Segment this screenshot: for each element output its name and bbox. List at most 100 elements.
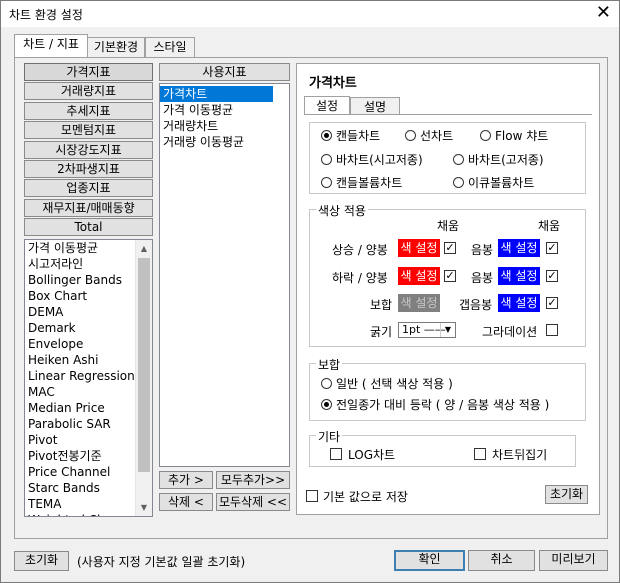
label-candle: 캔들차트 bbox=[336, 129, 381, 143]
neg2-label: 음봉 bbox=[471, 271, 494, 285]
label-equivolume: 이큐볼륨차트 bbox=[468, 176, 535, 190]
neg2-color-button[interactable]: 색 설정 bbox=[498, 267, 540, 285]
list-item[interactable]: Demark bbox=[25, 320, 152, 336]
close-icon[interactable]: ✕ bbox=[596, 3, 611, 23]
radio-flat-normal[interactable] bbox=[321, 378, 332, 389]
gap-color-button[interactable]: 색 설정 bbox=[498, 294, 540, 312]
thickness-select[interactable]: 1pt —— ▼ bbox=[398, 322, 456, 338]
cancel-button[interactable]: 취소 bbox=[468, 550, 535, 571]
save-default-checkbox[interactable] bbox=[306, 490, 318, 502]
log-checkbox[interactable] bbox=[330, 448, 342, 460]
fall-label: 하락 / 양봉 bbox=[332, 271, 388, 285]
tab-basic-env[interactable]: 기본환경 bbox=[87, 37, 145, 57]
used-list-item[interactable]: 가격차트 bbox=[160, 86, 273, 102]
title-bar: 차트 환경 설정 ✕ bbox=[1, 1, 619, 27]
tab-style[interactable]: 스타일 bbox=[145, 37, 195, 57]
preview-button[interactable]: 미리보기 bbox=[539, 550, 608, 571]
label-line: 선차트 bbox=[420, 129, 454, 143]
list-item[interactable]: Linear Regression ... bbox=[25, 368, 152, 384]
list-item[interactable]: Median Price bbox=[25, 400, 152, 416]
window-title: 차트 환경 설정 bbox=[9, 8, 83, 22]
etc-group: 기타 LOG차트 차트뒤집기 bbox=[309, 428, 576, 467]
used-list-item[interactable]: 가격 이동평균 bbox=[160, 102, 273, 118]
list-item[interactable]: Box Chart bbox=[25, 288, 152, 304]
scroll-thumb[interactable] bbox=[138, 258, 150, 472]
log-label: LOG차트 bbox=[348, 448, 396, 462]
flat-group: 보합 일반 ( 선택 색상 적용 ) 전일종가 대비 등락 ( 양 / 음봉 색… bbox=[309, 356, 586, 421]
list-item[interactable]: Envelope bbox=[25, 336, 152, 352]
rise-label: 상승 / 양봉 bbox=[332, 243, 388, 257]
ok-button[interactable]: 확인 bbox=[394, 550, 465, 571]
thickness-label: 굵기 bbox=[370, 325, 393, 339]
remove-all-button[interactable]: 모두삭제 << bbox=[216, 493, 290, 511]
radio-candle-volume[interactable] bbox=[321, 177, 332, 188]
footer-reset-button[interactable]: 초기화 bbox=[14, 551, 69, 571]
indicator-scrollbar[interactable]: ▲ ▼ bbox=[135, 240, 152, 516]
add-all-button[interactable]: 모두추가>> bbox=[216, 471, 290, 489]
fall-color-button[interactable]: 색 설정 bbox=[398, 267, 440, 285]
category-button[interactable]: 추세지표 bbox=[24, 101, 153, 120]
gap-fill-checkbox[interactable]: ✓ bbox=[546, 297, 558, 309]
category-button[interactable]: 재무지표/매매동향 bbox=[24, 198, 153, 217]
subtab-settings[interactable]: 설정 bbox=[304, 96, 350, 115]
list-item[interactable]: Bollinger Bands bbox=[25, 272, 152, 288]
list-item[interactable]: Heiken Ashi bbox=[25, 352, 152, 368]
list-item[interactable]: Weighted Close bbox=[25, 512, 152, 516]
radio-flat-prev-close[interactable] bbox=[321, 399, 332, 410]
radio-equivolume[interactable] bbox=[453, 177, 464, 188]
neg-label: 음봉 bbox=[471, 243, 494, 257]
rise-fill-checkbox[interactable]: ✓ bbox=[444, 242, 456, 254]
subtab-description[interactable]: 설명 bbox=[350, 97, 400, 115]
category-button[interactable]: Total bbox=[24, 218, 153, 237]
list-item[interactable]: DEMA bbox=[25, 304, 152, 320]
flip-label: 차트뒤집기 bbox=[492, 448, 548, 462]
settings-reset-button[interactable]: 초기화 bbox=[545, 485, 588, 504]
used-list-item[interactable]: 거래량차트 bbox=[160, 118, 273, 134]
neg-fill-checkbox[interactable]: ✓ bbox=[546, 242, 558, 254]
list-item[interactable]: 가격 이동평균 bbox=[25, 240, 152, 256]
category-button[interactable]: 2차파생지표 bbox=[24, 160, 153, 178]
footer-reset-note: (사용자 지정 기본값 일괄 초기화) bbox=[77, 555, 246, 569]
neg2-fill-checkbox[interactable]: ✓ bbox=[546, 270, 558, 282]
radio-bar-ohlc[interactable] bbox=[321, 154, 332, 165]
flip-checkbox[interactable] bbox=[474, 448, 486, 460]
indicator-list[interactable]: 가격 이동평균 시고저라인 Bollinger Bands Box Chart DEMA… bbox=[24, 239, 153, 517]
scroll-down-icon[interactable]: ▼ bbox=[136, 499, 152, 516]
list-item[interactable]: Pivot bbox=[25, 432, 152, 448]
label-flat-prev-close: 전일종가 대비 등락 ( 양 / 음봉 색상 적용 ) bbox=[336, 398, 550, 412]
radio-candle[interactable] bbox=[321, 130, 332, 141]
radio-flow[interactable] bbox=[480, 130, 491, 141]
fill-header-left: 채움 bbox=[437, 219, 460, 233]
category-button[interactable]: 가격지표 bbox=[24, 63, 153, 81]
used-list-item[interactable]: 거래량 이동평균 bbox=[160, 134, 273, 150]
list-item[interactable]: 시고저라인 bbox=[25, 256, 152, 272]
list-item[interactable]: Price Channel bbox=[25, 464, 152, 480]
list-item[interactable]: MAC bbox=[25, 384, 152, 400]
tab-chart-indicator[interactable]: 차트 / 지표 bbox=[14, 34, 88, 57]
remove-button[interactable]: 삭제 < bbox=[159, 493, 213, 511]
chevron-down-icon[interactable]: ▼ bbox=[440, 323, 455, 337]
save-default-label: 기본 값으로 저장 bbox=[323, 490, 408, 504]
list-item[interactable]: Parabolic SAR bbox=[25, 416, 152, 432]
label-bar-ohlc: 바차트(시고저종) bbox=[336, 153, 423, 167]
list-item[interactable]: Starc Bands bbox=[25, 480, 152, 496]
neg-color-button[interactable]: 색 설정 bbox=[498, 239, 540, 257]
add-button[interactable]: 추가 > bbox=[159, 471, 213, 489]
list-item[interactable]: TEMA bbox=[25, 496, 152, 512]
category-button[interactable]: 업종지표 bbox=[24, 179, 153, 198]
used-indicator-list[interactable]: 가격차트 가격 이동평균 거래량차트 거래량 이동평균 bbox=[159, 83, 290, 467]
rise-color-button[interactable]: 색 설정 bbox=[398, 239, 440, 257]
category-button[interactable]: 모멘텀지표 bbox=[24, 121, 153, 140]
category-button[interactable]: 거래량지표 bbox=[24, 82, 153, 101]
fall-fill-checkbox[interactable]: ✓ bbox=[444, 270, 456, 282]
list-item[interactable]: Pivot전봉기준 bbox=[25, 448, 152, 464]
scroll-up-icon[interactable]: ▲ bbox=[136, 240, 152, 257]
category-button[interactable]: 시장강도지표 bbox=[24, 140, 153, 159]
label-flow: Flow 챠트 bbox=[495, 129, 549, 143]
radio-line[interactable] bbox=[405, 130, 416, 141]
label-candle-volume: 캔들볼륨차트 bbox=[336, 176, 403, 190]
dialog-window: 차트 환경 설정 ✕ 차트 / 지표 기본환경 스타일 가격지표 거래량지표 추세지… bbox=[0, 0, 620, 583]
gradient-checkbox[interactable] bbox=[546, 324, 558, 336]
flat-color-button[interactable]: 색 설정 bbox=[398, 294, 440, 312]
radio-bar-hlc[interactable] bbox=[453, 154, 464, 165]
